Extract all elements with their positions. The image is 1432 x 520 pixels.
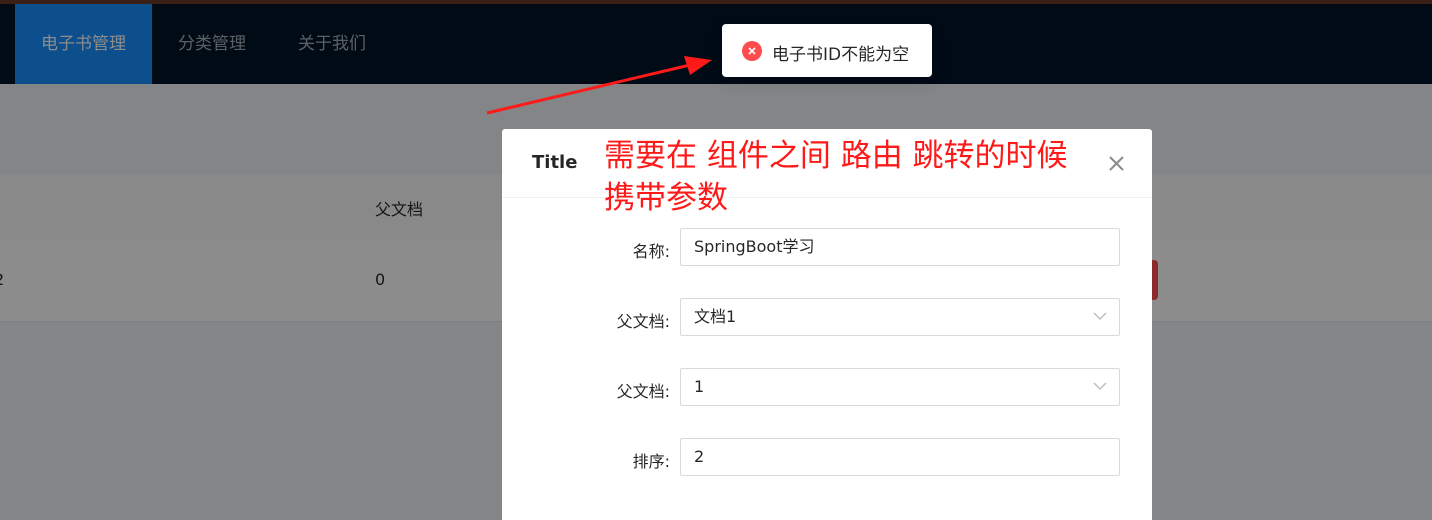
parent-doc-label-2: 父文档: — [616, 382, 670, 401]
parent-doc-label: 父文档: — [616, 312, 670, 331]
parent-doc-select-value: 文档1 — [694, 307, 737, 326]
chevron-down-icon — [1093, 312, 1107, 321]
chevron-down-icon — [1093, 382, 1107, 391]
annotation-line-2: 携带参数 — [604, 180, 728, 216]
toast-message: 电子书ID不能为空 — [772, 45, 910, 65]
close-circle-icon — [742, 41, 762, 61]
sort-label: 排序: — [632, 452, 670, 471]
annotation-line-1: 需要在 组件之间 路由 跳转的时候 — [604, 138, 1068, 174]
name-label: 名称: — [632, 242, 670, 261]
modal-title: Title — [532, 152, 578, 173]
parent-doc-select[interactable]: 文档1 — [680, 298, 1120, 336]
sort-input[interactable]: 2 — [680, 438, 1120, 476]
error-message-toast: 电子书ID不能为空 — [722, 24, 932, 77]
annotation-text: 需要在 组件之间 路由 跳转的时候 携带参数 — [604, 135, 1114, 219]
parent-doc-select-2-value: 1 — [694, 377, 705, 396]
name-input[interactable]: SpringBoot学习 — [680, 228, 1120, 266]
parent-doc-select-2[interactable]: 1 — [680, 368, 1120, 406]
